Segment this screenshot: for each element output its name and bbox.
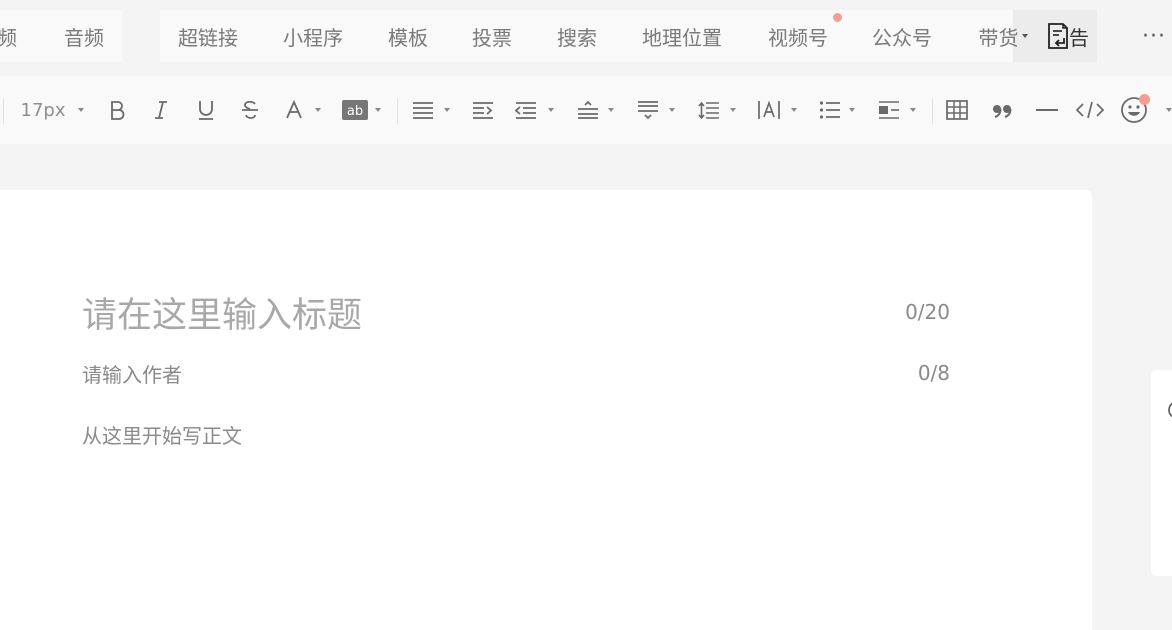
svg-text:ab: ab xyxy=(347,104,363,119)
align-button[interactable] xyxy=(411,96,435,124)
insert-item-search[interactable]: 搜索 xyxy=(551,10,603,62)
channels-new-dot xyxy=(833,13,842,22)
toolbar-divider xyxy=(932,98,933,124)
insert-item-audio[interactable]: 音频 xyxy=(56,10,112,62)
insert-item-hyperlink[interactable]: 超链接 xyxy=(172,10,244,62)
bold-icon xyxy=(111,101,125,120)
format-toolbar: 17px ab xyxy=(0,76,1172,144)
author-input[interactable]: 请输入作者 xyxy=(82,356,682,390)
letter-spacing-button[interactable] xyxy=(756,96,782,124)
insert-item-location[interactable]: 地理位置 xyxy=(636,10,728,62)
letter-spacing-caret-icon xyxy=(791,108,797,112)
line-height-icon xyxy=(698,101,719,120)
highlight-icon: ab xyxy=(342,100,368,120)
table-icon xyxy=(946,100,968,120)
toolbar-divider xyxy=(397,98,398,124)
float-align-caret-icon xyxy=(910,108,916,112)
table-button[interactable] xyxy=(945,96,969,124)
font-size-select[interactable]: 17px xyxy=(20,96,66,124)
insert-toolbar: 频 音频 超链接 小程序 模板 投票 搜索 地理位置 视频号 公众号 带货 告 … xyxy=(0,0,1172,76)
float-left-icon xyxy=(879,101,899,119)
insert-item-official-account[interactable]: 公众号 xyxy=(866,10,938,62)
insert-item-video[interactable]: 频 xyxy=(0,10,24,62)
font-color-icon xyxy=(286,100,302,119)
align-justify-icon xyxy=(413,102,433,119)
editor-card: 请在这里输入标题 0/20 请输入作者 0/8 从这里开始写正文 xyxy=(0,190,1092,630)
insert-item-vote[interactable]: 投票 xyxy=(466,10,518,62)
insert-item-channels[interactable]: 视频号 xyxy=(762,10,834,62)
partial-circle-icon xyxy=(1168,402,1172,418)
emoji-new-dot xyxy=(1139,94,1150,105)
outdent-icon xyxy=(515,102,536,119)
spacing-after-caret-icon xyxy=(669,108,675,112)
strikethrough-icon xyxy=(242,100,258,119)
body-placeholder: 从这里开始写正文 xyxy=(82,423,242,448)
line-height-caret-icon xyxy=(730,108,736,112)
code-icon xyxy=(1076,101,1104,119)
divider-line-button[interactable] xyxy=(1034,96,1060,124)
outdent-caret-icon xyxy=(548,108,554,112)
font-color-caret-icon xyxy=(315,108,321,112)
blockquote-button[interactable] xyxy=(990,96,1014,124)
list-button[interactable] xyxy=(818,96,842,124)
italic-button[interactable] xyxy=(150,96,172,124)
italic-icon xyxy=(155,101,167,119)
horizontal-rule-icon xyxy=(1036,109,1058,111)
highlight-button[interactable]: ab xyxy=(341,96,369,124)
float-align-button[interactable] xyxy=(877,96,901,124)
insert-item-mini-program[interactable]: 小程序 xyxy=(277,10,349,62)
spacing-before-caret-icon xyxy=(608,108,614,112)
bullet-list-icon xyxy=(819,101,840,119)
insert-item-template[interactable]: 模板 xyxy=(382,10,434,62)
underline-button[interactable] xyxy=(195,96,217,124)
font-size-caret-icon xyxy=(78,108,84,112)
title-placeholder: 请在这里输入标题 xyxy=(82,295,363,336)
outdent-button[interactable] xyxy=(514,96,538,124)
author-char-count: 0/8 xyxy=(917,361,950,385)
toolbar-divider xyxy=(3,98,4,124)
bold-button[interactable] xyxy=(106,96,128,124)
editor-page: 频 音频 超链接 小程序 模板 投票 搜索 地理位置 视频号 公众号 带货 告 … xyxy=(0,0,1172,630)
import-doc-icon xyxy=(1045,22,1071,50)
side-floating-panel[interactable] xyxy=(1151,370,1172,576)
spacing-after-icon xyxy=(638,101,658,120)
indent-icon xyxy=(473,102,493,119)
title-char-count: 0/20 xyxy=(905,300,950,324)
quote-icon xyxy=(993,105,1012,118)
more-button[interactable]: ··· xyxy=(1134,10,1172,62)
code-button[interactable] xyxy=(1076,96,1104,124)
line-height-button[interactable] xyxy=(697,96,721,124)
paragraph-spacing-after-button[interactable] xyxy=(636,96,660,124)
chevron-down-icon xyxy=(1021,34,1028,38)
underline-icon xyxy=(199,101,213,120)
strikethrough-button[interactable] xyxy=(239,96,261,124)
letter-spacing-icon xyxy=(758,100,780,119)
font-color-button[interactable] xyxy=(283,96,305,124)
insert-item-product[interactable]: 带货 xyxy=(972,10,1034,62)
title-input[interactable]: 请在这里输入标题 xyxy=(82,282,862,342)
author-placeholder: 请输入作者 xyxy=(82,362,182,387)
insert-item-ad[interactable]: 告 xyxy=(1034,10,1100,62)
highlight-caret-icon xyxy=(375,108,381,112)
align-caret-icon xyxy=(444,108,450,112)
paragraph-spacing-before-button[interactable] xyxy=(576,96,600,124)
indent-button[interactable] xyxy=(471,96,495,124)
spacing-before-icon xyxy=(578,100,598,119)
list-caret-icon xyxy=(849,108,855,112)
more-tools-caret-icon xyxy=(1166,108,1172,112)
body-editor[interactable]: 从这里开始写正文 xyxy=(82,416,882,452)
